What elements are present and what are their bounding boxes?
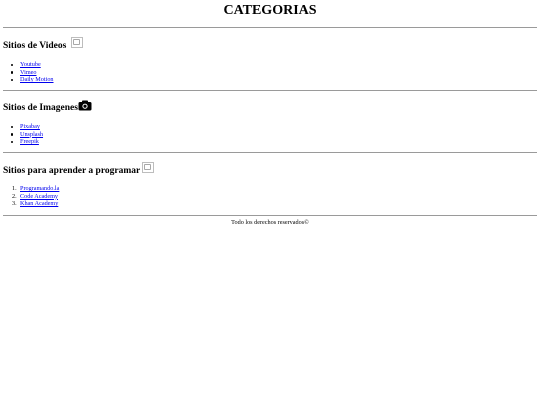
list-item: Code Academy (12, 193, 59, 201)
link-youtube[interactable]: Youtube (20, 61, 41, 68)
link-vimeo[interactable]: Vimeo (20, 69, 36, 76)
list-item: Daily Motion (11, 76, 54, 84)
page-title: CATEGORIAS (223, 3, 317, 18)
list-item: Youtube (11, 61, 54, 69)
list-item: Freepik (10, 138, 43, 146)
divider (3, 215, 537, 216)
link-khan-academy[interactable]: Khan Academy (20, 200, 58, 207)
link-daily-motion[interactable]: Daily Motion (20, 76, 54, 83)
link-programando-la[interactable]: Programando.la (20, 185, 59, 192)
list-item: Pixabay (10, 123, 43, 131)
link-code-academy[interactable]: Code Academy (20, 193, 58, 200)
image-sites-list: Pixabay Unsplash Freepik (10, 123, 43, 146)
section-heading-label: Sitios de Videos (3, 41, 67, 51)
video-sites-list: Youtube Vimeo Daily Motion (11, 61, 54, 84)
broken-image-icon (142, 162, 155, 173)
section-heading-images: Sitios de Imagenes (3, 100, 92, 113)
divider (3, 90, 537, 91)
link-freepik[interactable]: Freepik (20, 138, 39, 145)
list-item: Khan Academy (12, 200, 59, 208)
programming-sites-list: Programando.la Code Academy Khan Academy (12, 185, 59, 208)
page: CATEGORIAS Sitios de Videos Youtube Vime… (0, 0, 540, 405)
divider (3, 152, 537, 153)
list-item: Vimeo (11, 69, 54, 77)
divider (3, 27, 537, 28)
broken-image-icon (70, 37, 83, 48)
section-heading-programming: Sitios para aprender a programar (3, 162, 155, 176)
list-item: Programando.la (12, 185, 59, 193)
link-unsplash[interactable]: Unsplash (20, 131, 43, 138)
list-item: Unsplash (10, 131, 43, 139)
section-heading-label: Sitios de Imagenes (3, 103, 78, 113)
footer-copyright: Todo los derechos reservados© (231, 219, 309, 226)
section-heading-videos: Sitios de Videos (3, 37, 83, 51)
link-pixabay[interactable]: Pixabay (20, 123, 40, 130)
camera-icon (78, 100, 92, 111)
section-heading-label: Sitios para aprender a programar (3, 166, 141, 176)
